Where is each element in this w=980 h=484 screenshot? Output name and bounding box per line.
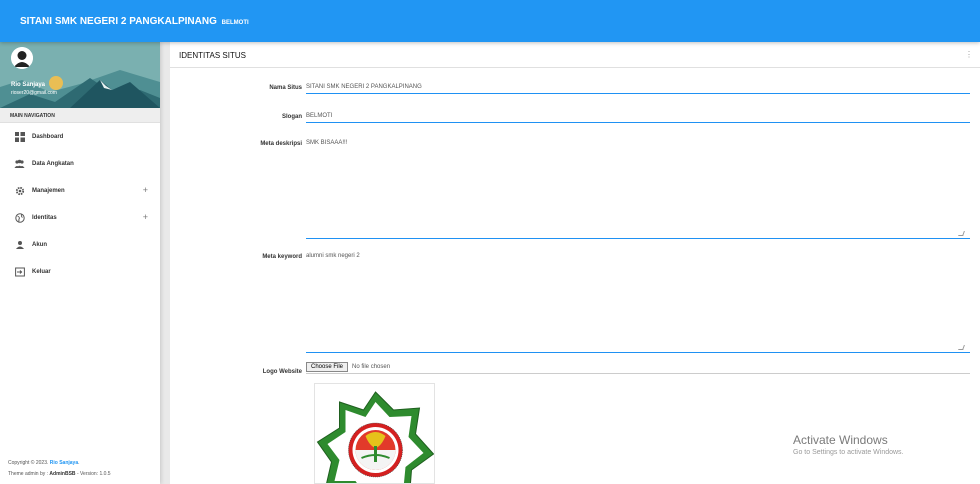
user-email: rioser20@gmail.com [11, 90, 57, 96]
label-logo-website: Logo Website [262, 369, 302, 375]
person-icon [14, 239, 25, 250]
sidebar-item-dashboard[interactable]: Dashboard [0, 123, 160, 150]
label-meta-deskripsi: Meta deskripsi [260, 141, 302, 147]
label-nama-situs: Nama Situs [269, 85, 302, 91]
resize-handle-icon[interactable] [958, 345, 965, 350]
theme-line: Theme admin by : AdminBSB - Version: 1.0… [8, 469, 111, 480]
sidebar-item-label: Data Angkatan [32, 160, 74, 167]
user-avatar[interactable] [11, 47, 33, 69]
globe-icon [14, 212, 25, 223]
nama-situs-input[interactable]: SITANI SMK NEGERI 2 PANGKALPINANG [306, 81, 970, 94]
school-logo-image [316, 391, 434, 483]
sidebar-item-label: Identitas [32, 214, 57, 221]
sidebar-item-akun[interactable]: Akun [0, 231, 160, 258]
copyright-link[interactable]: Rio Sanjaya [50, 460, 78, 466]
label-slogan: Slogan [281, 114, 302, 120]
gear-icon [14, 185, 25, 196]
label-meta-keyword: Meta keyword [262, 254, 302, 260]
card-title: IDENTITAS SITUS [179, 51, 246, 60]
expand-icon[interactable]: + [143, 212, 148, 222]
choose-file-button[interactable]: Choose File [306, 361, 349, 372]
row-meta-keyword: Meta keyword alumni smk negeri 2 [170, 251, 980, 353]
left-sidebar: Rio Sanjaya rioser20@gmail.com MAIN NAVI… [0, 42, 160, 484]
brand-slogan: BELMOTI [221, 20, 249, 26]
card-header: IDENTITAS SITUS ⋮ [170, 42, 980, 68]
dashboard-icon [14, 131, 25, 142]
sidebar-item-label: Manajemen [32, 187, 65, 194]
meta-deskripsi-textarea[interactable]: SMK BISAAA!!! [306, 138, 970, 239]
sidebar-item-keluar[interactable]: Keluar [0, 258, 160, 285]
copyright-prefix: Copyright © 2023. [8, 460, 49, 466]
slogan-input[interactable]: BELMOTI [306, 110, 970, 123]
group-icon [14, 158, 25, 169]
windows-activation-watermark: Activate Windows Go to Settings to activ… [793, 433, 904, 456]
meta-keyword-textarea[interactable]: alumni smk negeri 2 [306, 251, 970, 353]
identitas-situs-card: IDENTITAS SITUS ⋮ Nama Situs SITANI SMK … [170, 42, 980, 484]
top-navbar: SITANI SMK NEGERI 2 PANGKALPINANG BELMOT… [0, 0, 980, 42]
watermark-title: Activate Windows [793, 433, 888, 447]
copyright-line: Copyright © 2023. Rio Sanjaya. [8, 458, 111, 469]
sidebar-item-manajemen[interactable]: Manajemen + [0, 177, 160, 204]
sidebar-item-label: Keluar [32, 268, 51, 275]
sidebar-item-identitas[interactable]: Identitas + [0, 204, 160, 231]
user-name: Rio Sanjaya [11, 82, 46, 88]
meta-keyword-value: alumni smk negeri 2 [306, 253, 360, 259]
sidebar-menu: Dashboard Data Angkatan Manajemen + Iden… [0, 123, 160, 285]
meta-deskripsi-value: SMK BISAAA!!! [306, 140, 348, 146]
file-status: No file chosen [352, 363, 391, 370]
nav-header: MAIN NAVIGATION [0, 108, 160, 123]
row-meta-deskripsi: Meta deskripsi SMK BISAAA!!! [170, 138, 980, 239]
logo-preview [314, 383, 435, 484]
sidebar-item-data-angkatan[interactable]: Data Angkatan [0, 150, 160, 177]
sidebar-footer: Copyright © 2023. Rio Sanjaya. Theme adm… [8, 458, 111, 480]
copyright-suffix: . [78, 460, 80, 466]
user-avatar-icon [11, 47, 33, 69]
watermark-subtitle: Go to Settings to activate Windows. [793, 449, 904, 456]
user-info-panel: Rio Sanjaya rioser20@gmail.com [0, 42, 160, 108]
sidebar-item-label: Akun [32, 241, 47, 248]
theme-link[interactable]: AdminBSB [49, 471, 75, 477]
brand-link[interactable]: SITANI SMK NEGERI 2 PANGKALPINANG BELMOT… [20, 16, 249, 27]
theme-version: - Version: 1.0.5 [76, 471, 111, 477]
logout-icon [14, 266, 25, 277]
theme-prefix: Theme admin by : [8, 471, 49, 477]
expand-icon[interactable]: + [143, 185, 148, 195]
sidebar-item-label: Dashboard [32, 133, 64, 140]
resize-handle-icon[interactable] [958, 231, 965, 236]
brand-title: SITANI SMK NEGERI 2 PANGKALPINANG [20, 16, 217, 27]
logo-file-input[interactable]: Choose File No file chosen [306, 360, 970, 374]
more-options-icon[interactable]: ⋮ [965, 50, 973, 59]
